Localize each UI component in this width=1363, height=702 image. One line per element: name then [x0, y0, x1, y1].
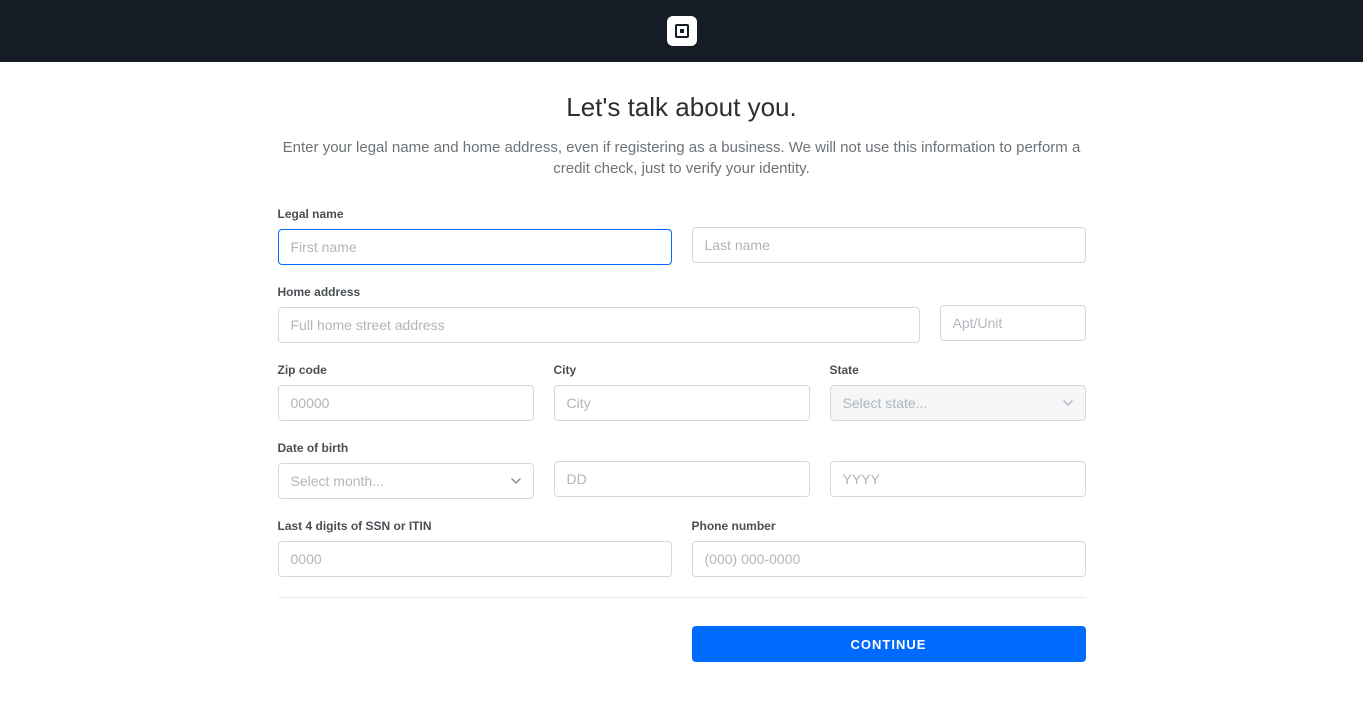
state-label: State: [830, 363, 1086, 377]
form-divider: [278, 597, 1086, 598]
day-input[interactable]: [554, 461, 810, 497]
chevron-down-icon: [511, 476, 521, 486]
ssn-label: Last 4 digits of SSN or ITIN: [278, 519, 672, 533]
form-container: Let's talk about you. Enter your legal n…: [278, 62, 1086, 702]
state-select[interactable]: Select state...: [830, 385, 1086, 421]
phone-input[interactable]: [692, 541, 1086, 577]
page-title: Let's talk about you.: [278, 92, 1086, 123]
city-input[interactable]: [554, 385, 810, 421]
month-select-placeholder: Select month...: [291, 473, 384, 489]
year-input[interactable]: [830, 461, 1086, 497]
month-select[interactable]: Select month...: [278, 463, 534, 499]
chevron-down-icon: [1063, 398, 1073, 408]
last-name-input[interactable]: [692, 227, 1086, 263]
date-of-birth-label: Date of birth: [278, 441, 534, 455]
street-address-input[interactable]: [278, 307, 920, 343]
state-select-placeholder: Select state...: [843, 395, 928, 411]
square-logo-icon: [667, 16, 697, 46]
ssn-input[interactable]: [278, 541, 672, 577]
home-address-label: Home address: [278, 285, 920, 299]
continue-button[interactable]: CONTINUE: [692, 626, 1086, 662]
app-header: [0, 0, 1363, 62]
first-name-input[interactable]: [278, 229, 672, 265]
page-subtitle: Enter your legal name and home address, …: [282, 137, 1082, 179]
legal-name-label: Legal name: [278, 207, 672, 221]
zip-code-label: Zip code: [278, 363, 534, 377]
zip-code-input[interactable]: [278, 385, 534, 421]
apt-unit-input[interactable]: [940, 305, 1086, 341]
city-label: City: [554, 363, 810, 377]
phone-label: Phone number: [692, 519, 1086, 533]
